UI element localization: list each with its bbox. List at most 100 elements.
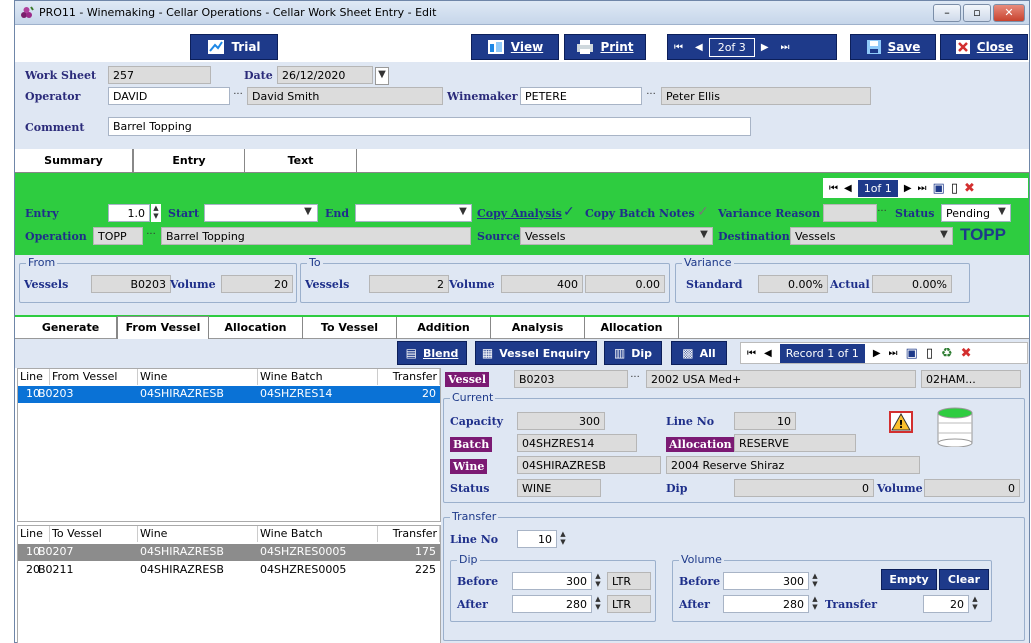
tab-from-vessel[interactable]: From Vessel bbox=[117, 316, 209, 340]
entry-next-icon[interactable]: ▶ bbox=[904, 183, 912, 194]
next-record-icon[interactable]: ▶ bbox=[755, 42, 775, 53]
save-button[interactable]: Save bbox=[850, 34, 936, 60]
entry-spinner-icon[interactable]: ▲ ▼ bbox=[151, 204, 161, 222]
tab-text[interactable]: Text bbox=[245, 149, 357, 173]
operation-lookup-icon[interactable]: ··· bbox=[144, 228, 158, 246]
operation-code-field[interactable]: TOPP bbox=[93, 227, 143, 245]
current-title: Current bbox=[450, 391, 496, 404]
table-row[interactable]: 20 B0211 04SHIRAZRESB 04SHZRES0005 225 bbox=[18, 562, 440, 579]
end-dropdown-icon[interactable]: ▼ bbox=[456, 205, 470, 223]
volume-field: 0 bbox=[924, 479, 1020, 497]
minimize-button[interactable]: – bbox=[933, 4, 961, 22]
transfer-lineno-field[interactable]: 10 bbox=[517, 530, 557, 548]
line-delete-icon[interactable]: ✖ bbox=[961, 346, 972, 361]
variance-reason-field[interactable] bbox=[823, 204, 877, 222]
winemaker-code-field[interactable]: PETERE bbox=[520, 87, 642, 105]
window-close-button[interactable]: ✕ bbox=[993, 4, 1025, 22]
tab-summary[interactable]: Summary bbox=[15, 149, 133, 173]
entry-prev-icon[interactable]: ◀ bbox=[844, 183, 852, 194]
operator-lookup-icon[interactable]: ··· bbox=[231, 88, 245, 106]
table-row[interactable]: 10 B0203 04SHIRAZRESB 04SHZRES14 20 bbox=[18, 386, 440, 403]
entry-new-icon[interactable]: ▯ bbox=[951, 181, 958, 196]
vessel-enquiry-button[interactable]: ▦ Vessel Enquiry bbox=[475, 341, 597, 365]
dip-after-field[interactable]: 280 bbox=[512, 595, 592, 613]
all-label: All bbox=[699, 346, 716, 360]
table-row[interactable]: 10 B0207 04SHIRAZRESB 04SHZRES0005 175 bbox=[18, 544, 440, 561]
volume-before-spinner-icon[interactable]: ▲ ▼ bbox=[810, 572, 820, 590]
all-button[interactable]: ▩ All bbox=[671, 341, 727, 365]
lineno-spinner-icon[interactable]: ▲ ▼ bbox=[558, 530, 568, 548]
transfer-amount-spinner-icon[interactable]: ▲ ▼ bbox=[970, 595, 980, 613]
operator-code-field[interactable]: DAVID bbox=[108, 87, 230, 105]
print-button[interactable]: Print bbox=[564, 34, 646, 60]
variance-reason-lookup-icon[interactable]: ··· bbox=[875, 205, 889, 223]
capacity-field: 300 bbox=[517, 412, 605, 430]
prev-record-icon[interactable]: ◀ bbox=[689, 42, 709, 53]
tab-addition[interactable]: Addition bbox=[397, 317, 491, 339]
worksheet-field[interactable]: 257 bbox=[108, 66, 211, 84]
line-new-icon[interactable]: ▯ bbox=[926, 346, 933, 361]
maximize-button[interactable]: ▫ bbox=[963, 4, 991, 22]
dip-before-spinner-icon[interactable]: ▲ ▼ bbox=[593, 572, 603, 590]
source-dropdown-icon[interactable]: ▼ bbox=[697, 228, 711, 246]
dip-button[interactable]: ▥ Dip bbox=[604, 341, 662, 365]
main-tabs: Summary Entry Text bbox=[15, 149, 1029, 173]
comment-field[interactable]: Barrel Topping bbox=[108, 117, 751, 136]
copy-analysis-checkbox[interactable]: ✓ bbox=[563, 204, 579, 221]
first-record-icon[interactable]: ⏮ bbox=[668, 42, 689, 53]
line-prev-icon[interactable]: ◀ bbox=[764, 348, 772, 359]
tab-analysis[interactable]: Analysis bbox=[491, 317, 585, 339]
dip-after-spinner-icon[interactable]: ▲ ▼ bbox=[593, 595, 603, 613]
date-dropdown-icon[interactable]: ▼ bbox=[375, 67, 389, 85]
end-field[interactable] bbox=[355, 204, 472, 222]
tab-to-vessel[interactable]: To Vessel bbox=[303, 317, 397, 339]
clear-button[interactable]: Clear bbox=[939, 569, 989, 590]
date-field[interactable]: 26/12/2020 bbox=[277, 66, 373, 84]
vessel-lookup-icon[interactable]: ··· bbox=[628, 371, 642, 389]
entry-save-icon[interactable]: ▣ bbox=[933, 181, 945, 196]
batch-label: Batch bbox=[450, 437, 493, 452]
entry-panel: ⏮ ◀ 1of 1 ▶ ⏭ ▣ ▯ ✖ Entry 1.0 ▲ ▼ Start ▼… bbox=[15, 173, 1029, 255]
from-col-batch: Wine Batch bbox=[258, 369, 378, 385]
line-next-icon[interactable]: ▶ bbox=[873, 348, 881, 359]
transfer-amount-label: Transfer bbox=[825, 598, 878, 611]
header-panel: Work Sheet 257 Date 26/12/2020 ▼ Operato… bbox=[15, 62, 1029, 149]
tab-allocation-2[interactable]: Allocation bbox=[585, 317, 679, 339]
entry-delete-icon[interactable]: ✖ bbox=[964, 181, 975, 196]
cell-vessel: B0207 bbox=[38, 545, 74, 558]
vessel-code-field[interactable]: B0203 bbox=[514, 370, 628, 388]
line-save-icon[interactable]: ▣ bbox=[906, 346, 918, 361]
entry-field[interactable]: 1.0 bbox=[108, 204, 150, 222]
last-record-icon[interactable]: ⏭ bbox=[775, 42, 796, 53]
trial-button[interactable]: Trial bbox=[190, 34, 278, 60]
view-label: View bbox=[510, 40, 544, 54]
source-field[interactable]: Vessels bbox=[520, 227, 713, 245]
line-recycle-icon[interactable]: ♻ bbox=[941, 346, 953, 361]
volume-before-field[interactable]: 300 bbox=[723, 572, 809, 590]
volume-after-spinner-icon[interactable]: ▲ ▼ bbox=[810, 595, 820, 613]
blend-button[interactable]: ▤ Blend bbox=[397, 341, 467, 365]
view-button[interactable]: View bbox=[471, 34, 559, 60]
status-field: WINE bbox=[517, 479, 601, 497]
dip-before-field[interactable]: 300 bbox=[512, 572, 592, 590]
volume-after-field[interactable]: 280 bbox=[723, 595, 809, 613]
start-dropdown-icon[interactable]: ▼ bbox=[301, 205, 315, 223]
transfer-amount-field[interactable]: 20 bbox=[923, 595, 969, 613]
destination-field[interactable]: Vessels bbox=[790, 227, 953, 245]
copy-batch-notes-checkbox[interactable]: ✓ bbox=[697, 204, 713, 221]
empty-button[interactable]: Empty bbox=[881, 569, 937, 590]
warning-icon[interactable]: ! bbox=[889, 411, 913, 433]
entry-first-icon[interactable]: ⏮ bbox=[829, 183, 838, 194]
tab-generate[interactable]: Generate bbox=[25, 317, 117, 339]
close-button[interactable]: Close bbox=[940, 34, 1028, 60]
entry-last-icon[interactable]: ⏭ bbox=[918, 183, 927, 194]
status-dropdown-icon[interactable]: ▼ bbox=[995, 205, 1009, 223]
tab-entry[interactable]: Entry bbox=[133, 149, 245, 173]
line-first-icon[interactable]: ⏮ bbox=[747, 348, 756, 359]
entry-record-counter: 1of 1 bbox=[857, 179, 898, 197]
destination-dropdown-icon[interactable]: ▼ bbox=[937, 228, 951, 246]
tab-allocation[interactable]: Allocation bbox=[209, 317, 303, 339]
line-last-icon[interactable]: ⏭ bbox=[889, 348, 898, 359]
winemaker-lookup-icon[interactable]: ··· bbox=[644, 88, 658, 106]
from-volume-field: 20 bbox=[221, 275, 293, 293]
